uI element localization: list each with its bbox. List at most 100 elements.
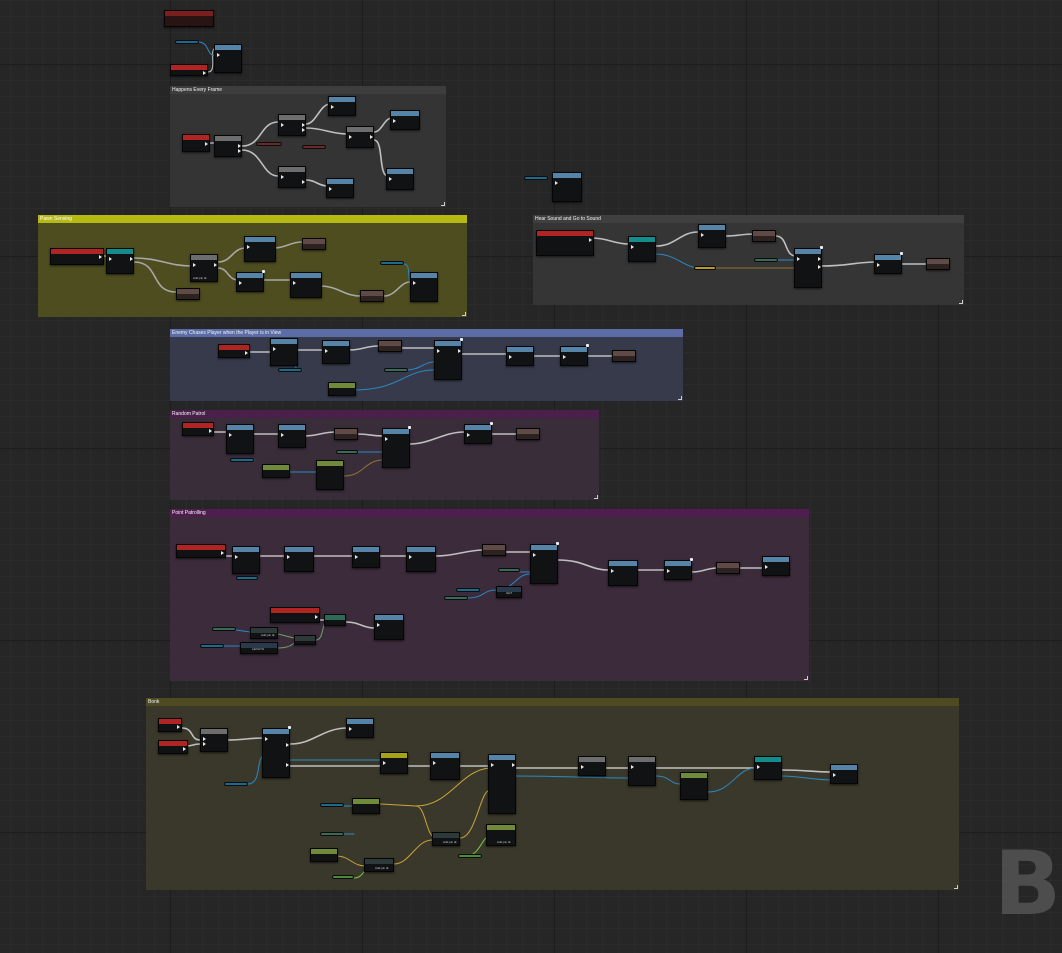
math-node[interactable] bbox=[352, 798, 380, 814]
add-pin-button[interactable]: Add pin ⊕ bbox=[443, 840, 457, 844]
function-call-node[interactable] bbox=[560, 346, 588, 366]
resize-handle-icon[interactable] bbox=[678, 396, 682, 400]
launch-character-node[interactable] bbox=[488, 754, 516, 814]
resize-handle-icon[interactable] bbox=[954, 885, 958, 889]
math-node[interactable]: Add pin ⊕ bbox=[250, 627, 278, 639]
variable-get-node[interactable] bbox=[302, 145, 326, 149]
function-call-node[interactable] bbox=[762, 556, 790, 576]
add-pin-button[interactable]: Add pin ⊕ bbox=[261, 633, 275, 637]
array-get-node[interactable]: GET bbox=[496, 586, 522, 598]
branch-node[interactable] bbox=[262, 728, 290, 778]
branch-node[interactable] bbox=[278, 166, 306, 188]
flow-node[interactable] bbox=[482, 544, 506, 556]
comment-header[interactable]: Random Patrol bbox=[170, 410, 599, 418]
comment-header[interactable]: Point Patrolling bbox=[170, 509, 809, 517]
branch-node[interactable] bbox=[578, 756, 606, 776]
flow-node[interactable] bbox=[176, 288, 200, 300]
function-call-node[interactable] bbox=[346, 718, 374, 738]
random-point-node[interactable] bbox=[316, 460, 344, 490]
variable-get-node[interactable] bbox=[384, 368, 408, 372]
variable-get-node[interactable] bbox=[498, 568, 520, 572]
flow-node[interactable] bbox=[516, 428, 540, 440]
variable-get-node[interactable] bbox=[175, 40, 199, 44]
function-call-node[interactable] bbox=[506, 346, 534, 366]
event-node[interactable] bbox=[158, 740, 188, 754]
function-call-node[interactable] bbox=[352, 546, 380, 568]
function-call-node[interactable] bbox=[386, 168, 414, 190]
event-node[interactable] bbox=[164, 10, 214, 27]
variable-get-node[interactable] bbox=[444, 596, 468, 600]
flow-node[interactable] bbox=[334, 428, 358, 440]
function-call-node[interactable] bbox=[608, 560, 638, 586]
cast-node[interactable] bbox=[106, 248, 134, 274]
variable-get-node[interactable] bbox=[754, 258, 778, 262]
flow-node[interactable] bbox=[752, 230, 776, 242]
flow-node[interactable] bbox=[612, 350, 636, 362]
comment-bonk[interactable]: Bonk bbox=[146, 698, 959, 890]
math-node[interactable] bbox=[324, 614, 346, 626]
flow-node[interactable] bbox=[360, 290, 384, 302]
variable-get-node[interactable] bbox=[224, 782, 248, 786]
resize-handle-icon[interactable] bbox=[462, 312, 466, 316]
comment-header[interactable]: Bonk bbox=[146, 698, 959, 706]
branch-node[interactable] bbox=[278, 114, 306, 136]
function-call-node[interactable] bbox=[830, 764, 858, 784]
ai-move-to-node[interactable] bbox=[434, 340, 462, 380]
function-call-node[interactable] bbox=[270, 338, 298, 366]
function-call-node[interactable] bbox=[406, 546, 436, 572]
function-call-node[interactable] bbox=[284, 546, 314, 572]
comment-header[interactable]: Pawn Sensing bbox=[38, 215, 467, 223]
math-node[interactable] bbox=[680, 772, 708, 800]
ai-move-to-node[interactable] bbox=[530, 544, 558, 584]
resize-handle-icon[interactable] bbox=[594, 495, 598, 499]
resize-handle-icon[interactable] bbox=[804, 676, 808, 680]
variable-get-node[interactable] bbox=[320, 832, 344, 836]
resize-handle-icon[interactable] bbox=[959, 300, 963, 304]
variable-get-node[interactable] bbox=[332, 875, 354, 879]
branch-node[interactable] bbox=[346, 126, 374, 148]
flow-node[interactable] bbox=[716, 562, 740, 574]
variable-get-node[interactable] bbox=[320, 803, 344, 807]
variable-get-node[interactable] bbox=[380, 261, 404, 265]
variable-get-node[interactable] bbox=[336, 450, 358, 454]
comment-header[interactable]: Hear Sound and Go to Sound bbox=[533, 215, 964, 223]
add-pin-button[interactable]: Add pin ⊕ bbox=[497, 840, 511, 844]
comment-enemy-chases-player[interactable]: Enemy Chases Player when the Player is i… bbox=[170, 329, 683, 401]
math-node[interactable]: Add pin ⊕ bbox=[432, 832, 460, 846]
function-call-node[interactable] bbox=[322, 340, 350, 364]
function-call-node[interactable] bbox=[698, 224, 726, 248]
function-call-node[interactable] bbox=[410, 272, 438, 302]
variable-get-node[interactable] bbox=[458, 854, 482, 858]
math-node[interactable] bbox=[328, 382, 356, 396]
function-call-node[interactable] bbox=[226, 424, 254, 454]
variable-get-node[interactable] bbox=[256, 142, 282, 146]
math-node[interactable] bbox=[262, 464, 290, 478]
sequence-node[interactable] bbox=[214, 135, 242, 157]
variable-get-node[interactable] bbox=[278, 368, 302, 372]
function-call-node[interactable] bbox=[236, 272, 264, 292]
cast-node[interactable] bbox=[628, 236, 656, 262]
function-call-node[interactable] bbox=[664, 560, 692, 580]
comment-header[interactable]: Happens Every Frame bbox=[170, 86, 446, 94]
flow-node[interactable] bbox=[926, 258, 950, 270]
function-call-node[interactable] bbox=[390, 110, 420, 130]
function-call-node[interactable] bbox=[464, 424, 492, 444]
flow-node[interactable] bbox=[302, 238, 326, 250]
comment-header[interactable]: Enemy Chases Player when the Player is i… bbox=[170, 329, 683, 337]
event-node[interactable] bbox=[270, 607, 320, 623]
math-node[interactable]: Add pin ⊕ bbox=[486, 824, 516, 846]
function-call-node[interactable] bbox=[874, 254, 902, 274]
event-node[interactable] bbox=[158, 718, 182, 732]
play-sound-node[interactable] bbox=[380, 752, 408, 774]
math-node[interactable] bbox=[294, 635, 316, 645]
variable-get-node[interactable] bbox=[456, 588, 480, 592]
do-once-node[interactable] bbox=[200, 728, 228, 752]
function-call-node[interactable] bbox=[326, 178, 354, 198]
math-node[interactable] bbox=[310, 848, 338, 862]
comment-point-patrolling[interactable]: Point Patrolling bbox=[170, 509, 809, 681]
sequence-node[interactable]: Add pin ⊕ bbox=[190, 254, 218, 282]
ai-move-to-node[interactable] bbox=[794, 248, 822, 288]
function-call-node[interactable] bbox=[328, 96, 356, 116]
comment-pawn-sensing[interactable]: Pawn Sensing bbox=[38, 215, 467, 317]
variable-get-node[interactable] bbox=[524, 176, 548, 180]
